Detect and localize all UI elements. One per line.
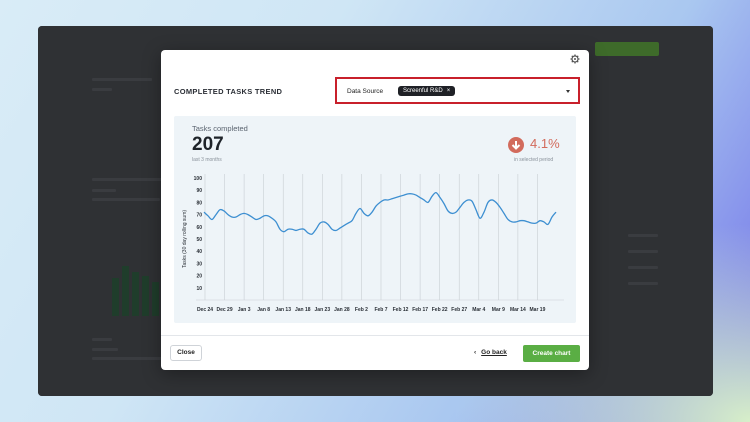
y-tick-label: 80 bbox=[196, 200, 202, 206]
dimmed-bar bbox=[122, 266, 129, 316]
data-source-chip: Screenful R&D × bbox=[398, 86, 456, 96]
y-axis-label: Tasks (30 day rolling sum) bbox=[182, 210, 188, 268]
series-line bbox=[203, 191, 557, 235]
x-tick-label: Feb 12 bbox=[393, 307, 409, 313]
trend-line-chart: Dec 24 Dec 29 Jan 3 Jan 8 Jan 13 Jan 18 Jan 23… bbox=[182, 174, 564, 313]
dimmed-line bbox=[92, 78, 152, 81]
dimmed-line bbox=[92, 348, 118, 351]
dimmed-action-button bbox=[595, 42, 659, 56]
dimmed-bar bbox=[112, 278, 119, 316]
create-chart-dialog: COMPLETED TASKS TREND Data Source Screen… bbox=[161, 50, 589, 370]
x-tick-label: Feb 17 bbox=[412, 307, 428, 313]
x-tick-label: Mar 9 bbox=[492, 307, 505, 313]
x-tick-label: Feb 22 bbox=[432, 307, 448, 313]
dimmed-line bbox=[92, 88, 112, 91]
dimmed-line bbox=[92, 357, 162, 360]
dimmed-line bbox=[92, 198, 160, 201]
x-tick-label: Feb 7 bbox=[374, 307, 387, 313]
dialog-title: COMPLETED TASKS TREND bbox=[174, 87, 283, 96]
x-tick-label: Mar 19 bbox=[530, 307, 546, 313]
y-tick-label: 90 bbox=[196, 188, 202, 194]
data-source-select[interactable]: Data Source Screenful R&D × bbox=[335, 77, 580, 104]
chart-preview-card: Tasks completed 207 last 3 months 4.1% i… bbox=[174, 116, 576, 323]
x-tick-label: Feb 27 bbox=[451, 307, 467, 313]
chip-remove-icon[interactable]: × bbox=[447, 88, 451, 94]
y-tick-label: 70 bbox=[196, 213, 202, 219]
y-tick-label: 60 bbox=[196, 225, 202, 231]
dimmed-bar bbox=[132, 272, 139, 316]
x-tick-label: Dec 29 bbox=[216, 307, 232, 313]
footer-divider bbox=[161, 335, 589, 336]
data-source-label: Data Source bbox=[347, 88, 384, 95]
y-tick-label: 50 bbox=[196, 237, 202, 243]
x-tick-label: Jan 13 bbox=[275, 307, 291, 313]
dimmed-line bbox=[92, 189, 116, 192]
y-tick-label: 20 bbox=[196, 274, 202, 280]
x-tick-label: Jan 3 bbox=[238, 307, 251, 313]
dimmed-line bbox=[628, 234, 658, 237]
dimmed-line bbox=[628, 250, 658, 253]
y-tick-label: 30 bbox=[196, 261, 202, 267]
dimmed-line bbox=[628, 266, 658, 269]
x-tick-label: Jan 28 bbox=[334, 307, 350, 313]
x-tick-label: Jan 18 bbox=[295, 307, 311, 313]
x-tick-label: Feb 2 bbox=[355, 307, 368, 313]
x-tick-label: Jan 8 bbox=[257, 307, 270, 313]
chevron-left-icon: ‹ bbox=[474, 349, 477, 356]
x-tick-label: Mar 4 bbox=[472, 307, 485, 313]
x-tick-label: Jan 23 bbox=[315, 307, 331, 313]
gear-icon[interactable] bbox=[570, 54, 580, 64]
y-tick-label: 10 bbox=[196, 286, 202, 292]
y-tick-label: 100 bbox=[194, 176, 203, 182]
dimmed-line bbox=[92, 338, 112, 341]
dimmed-bar bbox=[142, 276, 149, 316]
close-button[interactable]: Close bbox=[170, 345, 202, 361]
create-chart-button[interactable]: Create chart bbox=[523, 345, 580, 362]
x-tick-label: Dec 24 bbox=[197, 307, 213, 313]
data-source-chip-label: Screenful R&D bbox=[403, 88, 443, 94]
go-back-label: Go back bbox=[481, 349, 507, 356]
dimmed-line bbox=[92, 178, 162, 181]
y-tick-label: 40 bbox=[196, 249, 202, 255]
x-tick-label: Mar 14 bbox=[510, 307, 526, 313]
go-back-link[interactable]: ‹ Go back bbox=[474, 349, 507, 356]
dimmed-bar bbox=[152, 282, 159, 316]
chevron-down-icon[interactable] bbox=[566, 90, 570, 93]
dimmed-line bbox=[628, 282, 658, 285]
